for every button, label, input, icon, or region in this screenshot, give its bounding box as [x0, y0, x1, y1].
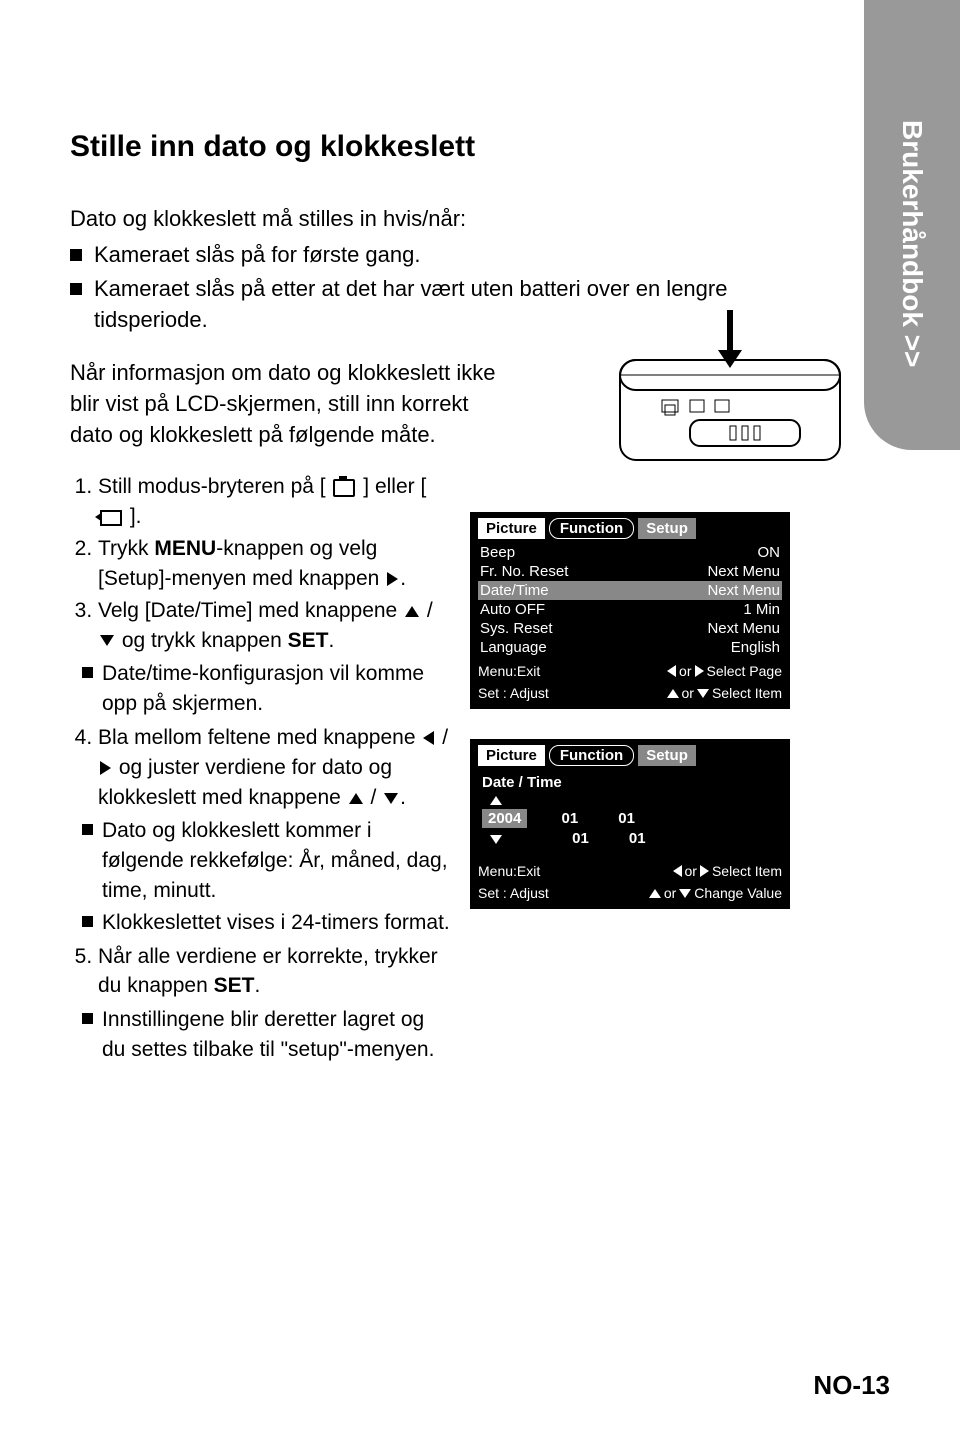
triangle-right-icon — [695, 665, 704, 677]
menu-row: Auto OFF1 Min — [478, 600, 782, 619]
triangle-down-icon — [490, 835, 502, 844]
triangle-up-icon — [405, 606, 419, 617]
setup-menu-screen: Picture Function Setup BeepON Fr. No. Re… — [470, 512, 790, 709]
intro-bullet: Kameraet slås på for første gang. — [70, 240, 790, 271]
triangle-up-icon — [490, 796, 502, 805]
triangle-left-icon — [673, 865, 682, 877]
tab-setup: Setup — [638, 745, 696, 766]
intro-bullet: Kameraet slås på etter at det har vært u… — [70, 274, 790, 336]
menu-row-selected: Date/TimeNext Menu — [478, 581, 782, 600]
triangle-up-icon — [349, 793, 363, 804]
step-3: Velg [Date/Time] med knappene / og trykk… — [98, 596, 450, 719]
triangle-up-icon — [649, 889, 661, 898]
triangle-left-icon — [423, 731, 434, 745]
video-icon — [100, 510, 122, 526]
step-1: Still modus-bryteren på [ ] eller [ ]. — [98, 472, 450, 532]
triangle-down-icon — [100, 635, 114, 646]
menu-row: LanguageEnglish — [478, 638, 782, 657]
tab-setup: Setup — [638, 518, 696, 539]
intro-line: Dato og klokkeslett må stilles in hvis/n… — [70, 204, 790, 234]
step-5: Når alle verdiene er korrekte, trykker d… — [98, 942, 450, 1065]
camera-icon — [333, 479, 355, 497]
page-title: Stille inn dato og klokkeslett — [70, 130, 790, 164]
triangle-up-icon — [667, 689, 679, 698]
step-4-sub: Dato og klokkeslett kommer i følgende re… — [82, 816, 450, 905]
step-5-sub: Innstillingene blir deretter lagret og d… — [82, 1005, 450, 1065]
step-4: Bla mellom feltene med knappene / og jus… — [98, 723, 450, 938]
step-3-sub: Date/time-konfigurasjon vil komme opp på… — [82, 659, 450, 719]
menu-row: Sys. ResetNext Menu — [478, 619, 782, 638]
tab-function: Function — [549, 518, 634, 539]
steps-list: Still modus-bryteren på [ ] eller [ ]. T… — [70, 472, 450, 1064]
hint-set-adjust: Set : Adjust — [478, 885, 549, 901]
tab-function: Function — [549, 745, 634, 766]
step-4-sub: Klokkeslettet vises i 24-timers format. — [82, 908, 450, 938]
triangle-right-icon — [100, 761, 111, 775]
date-time-screen: Picture Function Setup Date / Time 2004 … — [470, 739, 790, 909]
tab-picture: Picture — [478, 745, 545, 766]
triangle-right-icon — [700, 865, 709, 877]
hint-menu-exit: Menu:Exit — [478, 663, 540, 679]
hint-menu-exit: Menu:Exit — [478, 863, 540, 879]
triangle-down-icon — [384, 793, 398, 804]
sidebar-tab: Brukerhåndbok >> — [864, 0, 960, 450]
step-2: Trykk MENU-knappen og velg [Setup]-menye… — [98, 534, 450, 594]
hint-set-adjust: Set : Adjust — [478, 685, 549, 701]
triangle-left-icon — [667, 665, 676, 677]
screen-subtitle: Date / Time — [482, 774, 778, 791]
triangle-down-icon — [697, 689, 709, 698]
menu-row: Fr. No. ResetNext Menu — [478, 562, 782, 581]
mid-paragraph: Når informasjon om dato og klokkeslett i… — [70, 358, 500, 450]
menu-row: BeepON — [478, 543, 782, 562]
tab-picture: Picture — [478, 518, 545, 539]
page-number: NO-13 — [813, 1370, 890, 1401]
triangle-down-icon — [679, 889, 691, 898]
triangle-right-icon — [387, 572, 398, 586]
intro-bullet-list: Kameraet slås på for første gang. Kamera… — [70, 240, 790, 336]
year-box: 2004 — [482, 809, 527, 828]
sidebar-label: Brukerhåndbok >> — [896, 120, 928, 367]
